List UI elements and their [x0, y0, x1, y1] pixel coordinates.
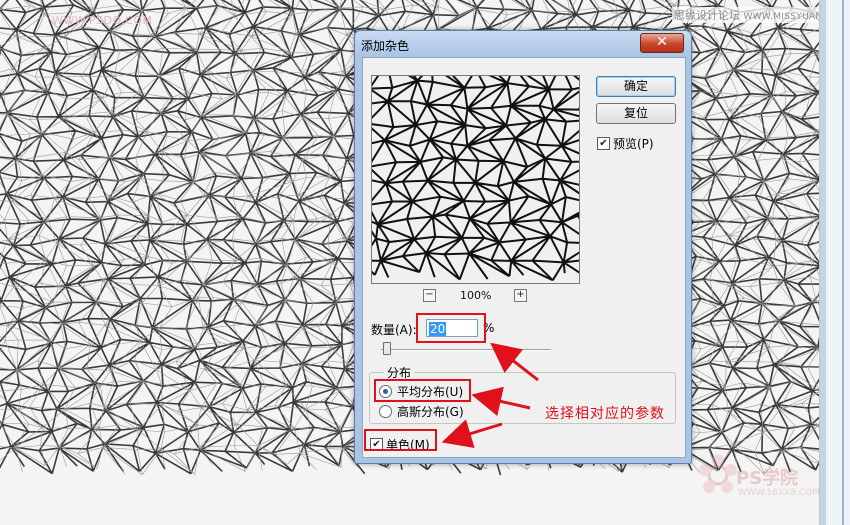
gaussian-radio[interactable] [379, 405, 392, 418]
preview-window[interactable] [360, 61, 621, 284]
preview-image [360, 61, 621, 283]
highlight-uniform [374, 379, 471, 402]
zoom-level: 100% [460, 289, 492, 302]
close-button[interactable]: ✕ [640, 33, 684, 53]
highlight-monochromatic [364, 429, 437, 451]
watermark-left: WWW.PSDO.COM [52, 14, 153, 27]
checkmark-icon: ✔ [599, 138, 608, 149]
preview-label: 预览(P) [613, 137, 654, 151]
minus-icon: − [425, 289, 434, 300]
preview-checkbox[interactable]: ✔ [597, 137, 610, 150]
zoom-controls: − 100% + [423, 288, 533, 304]
right-panel-edge [819, 0, 850, 525]
zoom-in-button[interactable]: + [514, 289, 527, 302]
gaussian-label[interactable]: 高斯分布(G) [397, 403, 464, 420]
zoom-out-button[interactable]: − [423, 289, 436, 302]
highlight-amount [416, 313, 486, 343]
watermark-right-text: 思缘设计论坛 [674, 9, 740, 22]
logo-text: PS学院 [736, 468, 799, 489]
amount-label: 数量(A): [371, 323, 417, 337]
annotation-text: 选择相对应的参数 [545, 406, 665, 422]
panel-divider [842, 0, 844, 525]
dialog-title: 添加杂色 [361, 39, 410, 53]
logo-sub: WWW.16XX8.COM [738, 488, 821, 498]
ps-school-logo: PS学院 WWW.16XX8.COM [698, 450, 828, 510]
flower-logo-icon [699, 454, 737, 493]
amount-slider-track[interactable] [381, 349, 551, 351]
ok-button[interactable]: 确定 [596, 76, 676, 97]
reset-button[interactable]: 复位 [596, 103, 676, 124]
amount-slider-thumb[interactable] [383, 342, 391, 355]
plus-icon: + [516, 289, 525, 300]
close-icon: ✕ [656, 34, 668, 50]
dialog-titlebar[interactable]: 添加杂色 ✕ [355, 31, 691, 57]
panel-scrollbar[interactable] [820, 0, 826, 525]
